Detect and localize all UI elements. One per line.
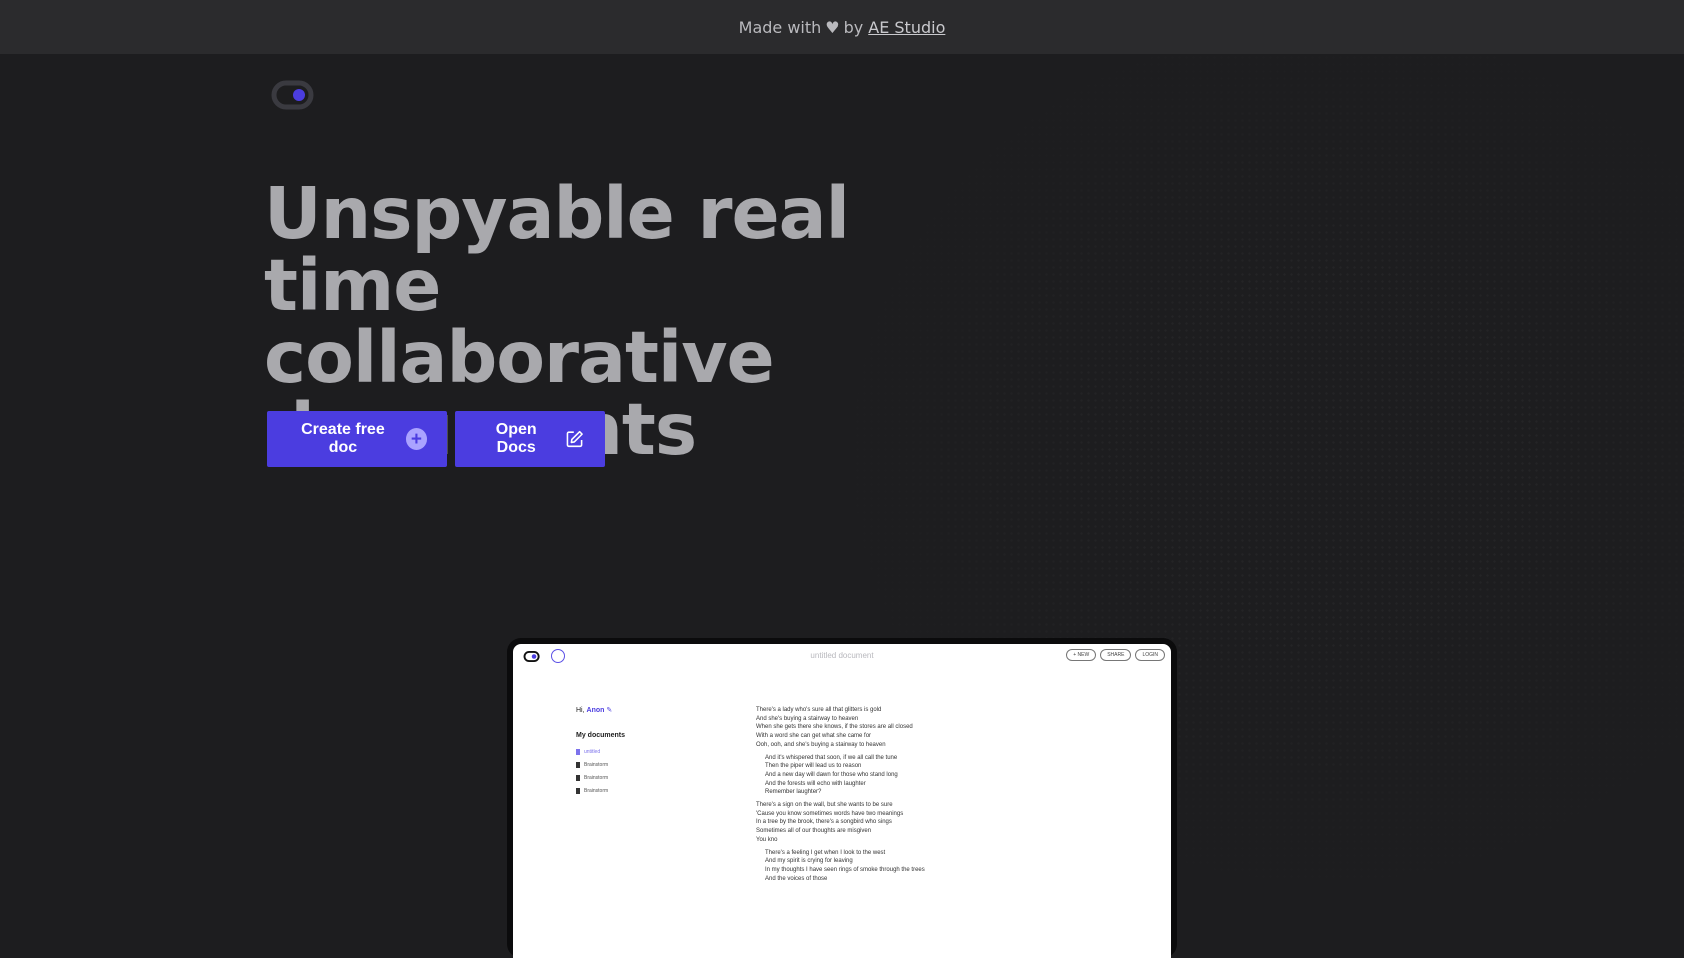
document-item: Brainstorm [576,784,625,797]
editor-line: There's a sign on the wall, but she want… [756,802,893,809]
heart-icon: ♥ [825,17,840,37]
editor-stanza: There's a feeling I get when I look to t… [756,849,925,884]
create-free-doc-button[interactable]: Create free doc + [267,411,447,467]
document-name: Brainstorm [584,787,609,794]
editor-line: Then the piper will lead us to reason [765,763,862,770]
editor-stanza: There's a lady who's sure all that glitt… [756,706,925,750]
preview-share-button: SHARE [1100,649,1132,661]
hero-line: Unspyable real [264,172,850,255]
editor-stanza: There's a sign on the wall, but she want… [756,801,925,845]
editor-line: In my thoughts I have seen rings of smok… [765,866,925,873]
edit-name-icon: ✎ [606,707,613,714]
open-button-label: Open Docs [495,421,537,456]
file-icon [576,761,580,768]
editor-line: And it's whispered that soon, if we all … [765,754,898,761]
document-item: Brainstorm [576,771,625,784]
hero-line: time collaborative [264,244,775,399]
ae-studio-link[interactable]: AE Studio [868,18,945,37]
editor-line: With a word she can get what she came fo… [756,733,872,740]
greeting-text: Hi, [576,707,585,714]
app-preview-device: untitled document + NEW SHARE LOGIN Hi, … [507,638,1177,958]
document-name: Brainstorm [584,761,609,768]
editor-line: Sometimes all of our thoughts are misgiv… [756,828,872,835]
logo-icon[interactable] [266,78,316,112]
banner-by: by [843,17,864,37]
editor-line: And a new day will dawn for those who st… [765,771,898,778]
preview-editor: There's a lady who's sure all that glitt… [756,706,925,887]
preview-toolbar: untitled document + NEW SHARE LOGIN [513,644,1171,668]
create-button-label: Create free doc [301,421,385,456]
editor-line: 'Cause you know sometimes words have two… [756,810,904,817]
preview-action-buttons: + NEW SHARE LOGIN [1066,649,1165,661]
document-item: Brainstorm [576,758,625,771]
editor-line: And she's buying a stairway to heaven [756,715,859,722]
preview-login-button: LOGIN [1135,649,1165,661]
my-documents-heading: My documents [576,732,626,739]
document-name: untitled [584,748,601,755]
open-docs-button[interactable]: Open Docs [455,411,605,467]
made-with-banner: Made with ♥ by AE Studio [0,0,1684,54]
editor-line: You kno [756,836,778,843]
editor-line: And the voices of those [765,875,828,882]
editor-stanza: And it's whispered that soon, if we all … [756,754,925,798]
preview-new-button: + NEW [1066,649,1097,661]
editor-line: In a tree by the brook, there's a songbi… [756,819,892,826]
editor-line: Remember laughter? [765,789,822,796]
document-item: untitled [576,745,625,758]
file-icon [576,774,580,781]
banner-prefix: Made with [738,17,822,37]
editor-line: And the forests will echo with laughter [765,780,866,787]
editor-line: And my spirit is crying for leaving [765,858,853,865]
editor-line: There's a lady who's sure all that glitt… [756,707,882,713]
edit-icon [567,430,584,448]
app-preview-screen: untitled document + NEW SHARE LOGIN Hi, … [513,644,1171,958]
editor-line: When she gets there she knows, if the st… [756,724,913,731]
plus-circle-icon: + [405,428,427,450]
file-icon [576,787,580,794]
document-name: Brainstorm [584,774,609,781]
username: Anon [586,707,605,714]
editor-line: There's a feeling I get when I look to t… [765,849,886,856]
preview-greeting: Hi, Anon ✎ [576,706,625,714]
file-icon [576,748,580,755]
editor-line: Ooh, ooh, and she's buying a stairway to… [756,741,886,748]
preview-sidebar: Hi, Anon ✎ My documents untitled Brainst… [576,706,625,797]
